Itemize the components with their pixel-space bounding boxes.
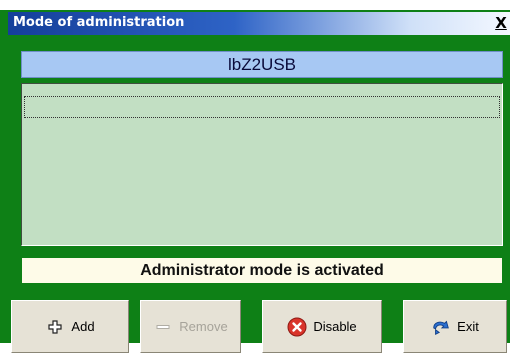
blue-arrow-icon — [431, 317, 451, 337]
admin-window: Mode of administration X lbZ2USB Adminis… — [0, 10, 510, 353]
list-item[interactable] — [24, 96, 500, 118]
add-button[interactable]: Add — [11, 300, 129, 353]
close-button[interactable]: X — [492, 15, 510, 31]
minus-icon — [153, 317, 173, 337]
status-text: Administrator mode is activated — [22, 258, 502, 283]
exit-button[interactable]: Exit — [403, 300, 507, 353]
title-bar[interactable]: Mode of administration X — [8, 12, 510, 35]
remove-button-label: Remove — [179, 319, 228, 334]
device-name-header: lbZ2USB — [21, 51, 503, 78]
remove-button[interactable]: Remove — [140, 300, 241, 353]
plus-icon — [45, 317, 65, 337]
disable-button-label: Disable — [313, 319, 357, 334]
device-list[interactable] — [21, 83, 503, 246]
window-title: Mode of administration — [13, 15, 185, 30]
disable-button[interactable]: Disable — [262, 300, 382, 353]
red-x-circle-icon — [287, 317, 307, 337]
add-button-label: Add — [71, 319, 95, 334]
exit-button-label: Exit — [457, 319, 479, 334]
